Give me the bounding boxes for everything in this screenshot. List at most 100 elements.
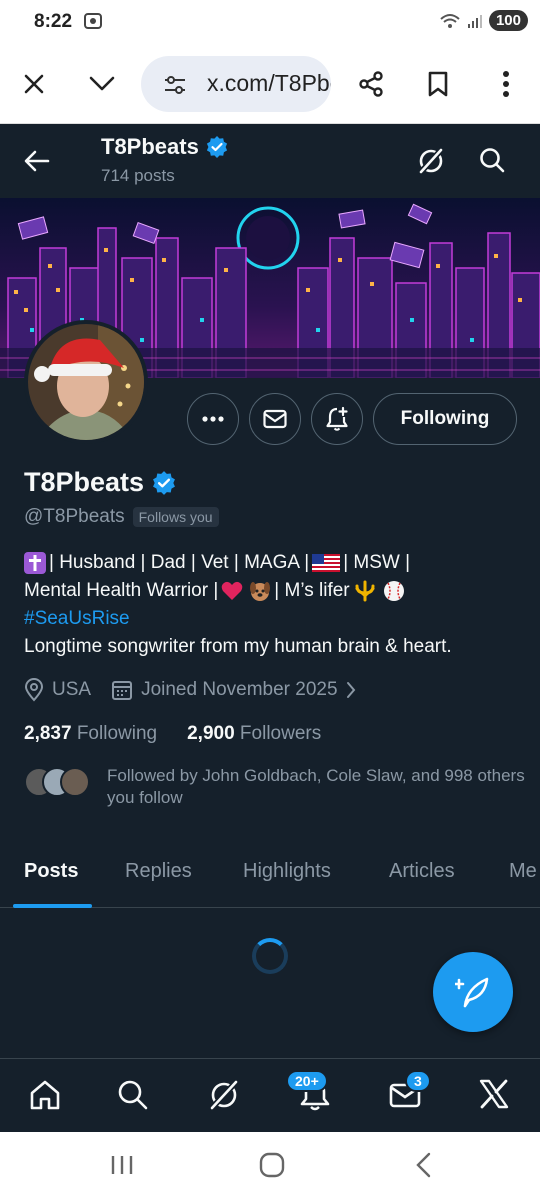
battery-indicator: 100 [488, 10, 528, 31]
profile-bio: | Husband | Dad | Vet | MAGA | | MSW | M… [24, 549, 524, 661]
bookmark-button[interactable] [420, 66, 456, 102]
followed-by[interactable]: Followed by John Goldbach, Cole Slaw, an… [24, 765, 527, 809]
profile-meta: USA Joined November 2025 [24, 678, 376, 702]
home-system-button[interactable] [259, 1152, 285, 1183]
post-count: 714 posts [101, 166, 175, 185]
latin-cross-emoji-icon [24, 552, 46, 574]
bio-line-2: Mental Health Warrior | | M’s lifer [24, 577, 524, 605]
nav-grok[interactable] [207, 1078, 241, 1117]
profile-name-text: T8Pbeats [24, 467, 145, 497]
profile-handle: @T8Pbeats [24, 506, 125, 527]
profile-avatar[interactable] [24, 320, 148, 444]
following-label: Following [76, 723, 158, 744]
minimize-button[interactable] [84, 66, 120, 102]
home-circle-icon [259, 1152, 285, 1178]
recent-apps-button[interactable] [110, 1152, 134, 1183]
bio-line-1: | Husband | Dad | Vet | MAGA | | MSW | [24, 549, 524, 577]
back-button[interactable] [22, 146, 52, 181]
address-bar[interactable]: x.com/T8Pbeats [141, 56, 331, 112]
url-text: x.com/T8Pbeats [207, 70, 331, 96]
browser-menu-button[interactable] [488, 66, 524, 102]
followed-by-avatars [24, 765, 92, 799]
grok-button[interactable] [416, 146, 446, 181]
share-button[interactable] [353, 66, 389, 102]
chevron-down-icon [89, 76, 115, 91]
profile-name: T8Pbeats [24, 467, 177, 498]
signal-icon [467, 14, 482, 28]
baseball-emoji-icon [383, 581, 404, 601]
following-count-link[interactable]: 2,837 Following [24, 723, 157, 745]
following-button[interactable]: Following [373, 393, 517, 445]
follower-avatar [60, 767, 90, 797]
nav-x[interactable] [478, 1078, 510, 1115]
trident-emoji-icon [354, 580, 375, 602]
close-tab-button[interactable] [16, 66, 52, 102]
notifications-badge: 20+ [286, 1070, 328, 1092]
chevron-right-icon [346, 682, 355, 698]
calendar-icon [112, 681, 133, 700]
joined-item[interactable]: Joined November 2025 [111, 679, 355, 701]
search-icon [480, 148, 505, 173]
bio-line-4: Longtime songwriter from my human brain … [24, 633, 524, 661]
bio-text-2a: Mental Health Warrior | [24, 580, 219, 601]
followers-count: 2,900 [187, 723, 235, 744]
compose-post-button[interactable] [433, 952, 513, 1032]
bio-line-3: #SeaUsRise [24, 605, 524, 633]
verified-badge-icon [206, 136, 227, 158]
back-chevron-icon [416, 1152, 431, 1178]
close-icon [24, 74, 44, 94]
followers-count-link[interactable]: 2,900 Followers [187, 723, 321, 745]
header-name: T8Pbeats [101, 134, 229, 160]
verified-badge-icon [153, 470, 176, 495]
header-name-text: T8Pbeats [101, 134, 199, 159]
dog-face-emoji-icon [250, 582, 271, 601]
tab-replies[interactable]: Replies [125, 860, 192, 883]
profile-tabs: Posts Replies Highlights Articles Me [0, 838, 540, 908]
follows-you-badge: Follows you [132, 507, 219, 527]
profile-handle-row: @T8Pbeats Follows you [24, 506, 219, 528]
compose-feather-icon [455, 977, 489, 1008]
status-time: 8:22 [34, 11, 73, 32]
joined-text: Joined November 2025 [141, 679, 338, 700]
location-text: USA [52, 679, 92, 700]
more-vertical-icon [503, 71, 509, 97]
profile-photo [28, 324, 144, 440]
profile-header: T8Pbeats 714 posts [0, 124, 540, 198]
recent-apps-icon [111, 1156, 133, 1174]
tab-media[interactable]: Me [509, 860, 537, 883]
tab-articles[interactable]: Articles [389, 860, 455, 883]
back-system-button[interactable] [414, 1152, 434, 1183]
search-button[interactable] [478, 146, 506, 179]
notifications-subscribe-button[interactable] [311, 393, 363, 445]
gallery-notification-icon [84, 13, 102, 29]
following-count: 2,837 [24, 723, 72, 744]
message-button[interactable] [249, 393, 301, 445]
location-item: USA [24, 678, 91, 702]
grok-icon [417, 146, 445, 176]
browser-toolbar: x.com/T8Pbeats [0, 44, 540, 124]
tab-highlights[interactable]: Highlights [243, 860, 331, 883]
follow-counts: 2,837 Following 2,900 Followers [24, 723, 321, 745]
location-pin-icon [24, 678, 44, 702]
system-navigation-bar [0, 1132, 540, 1200]
hashtag-link[interactable]: #SeaUsRise [24, 605, 130, 633]
loading-spinner [252, 938, 288, 974]
nav-explore[interactable] [116, 1078, 150, 1117]
wifi-icon [440, 13, 460, 28]
red-heart-emoji-icon [222, 581, 243, 600]
messages-badge: 3 [405, 1070, 431, 1092]
bell-plus-icon [326, 406, 348, 431]
nav-home[interactable] [28, 1078, 62, 1117]
home-icon [30, 1080, 60, 1110]
tab-posts[interactable]: Posts [24, 860, 78, 883]
bio-text-4: Longtime songwriter from my human brain … [24, 636, 452, 657]
share-icon [359, 71, 383, 97]
arrow-left-icon [24, 150, 50, 172]
bio-text-1b: | MSW | [343, 552, 411, 573]
x-logo-icon [479, 1079, 509, 1109]
more-options-button[interactable] [187, 393, 239, 445]
grok-icon [208, 1078, 240, 1112]
followers-label: Followers [239, 723, 322, 744]
bookmark-icon [428, 71, 448, 97]
status-icons: 100 [439, 10, 528, 31]
